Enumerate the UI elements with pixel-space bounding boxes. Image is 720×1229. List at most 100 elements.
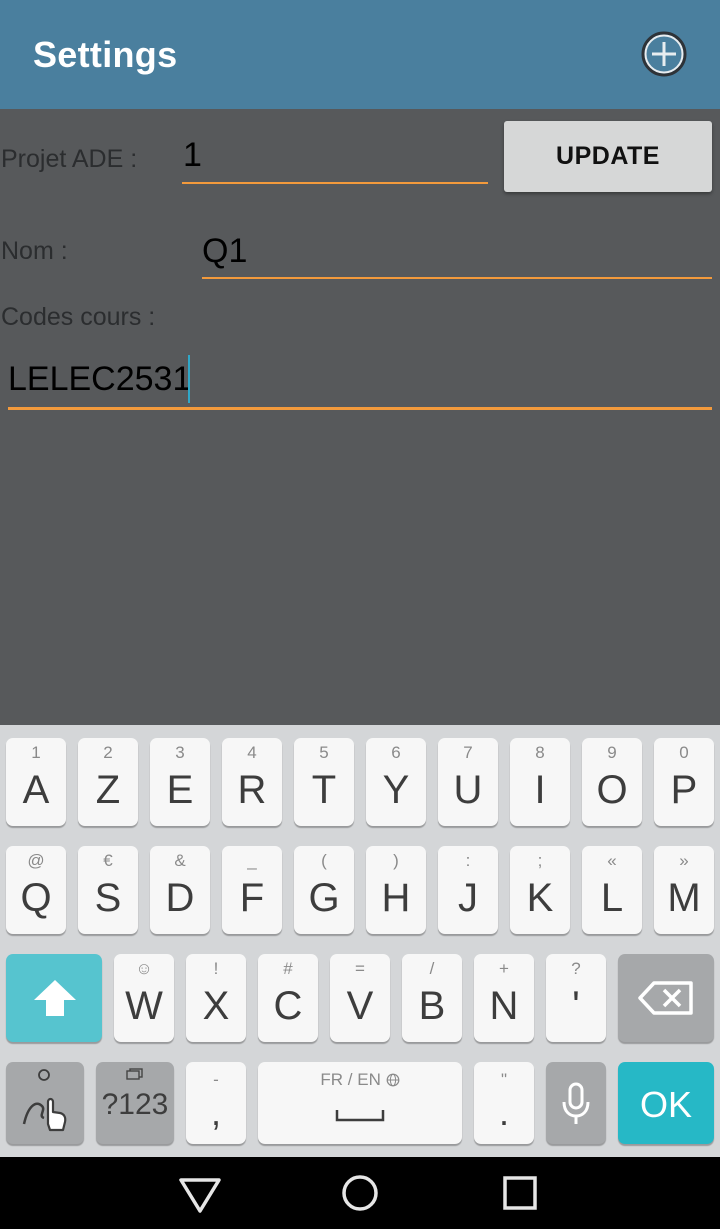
microphone-icon [562, 1082, 590, 1124]
key-hint: : [465, 851, 471, 870]
microphone-key[interactable] [546, 1062, 606, 1144]
key-label: . [498, 1092, 509, 1133]
key-t[interactable]: 5T [294, 738, 354, 826]
key-hint: @ [27, 851, 45, 870]
key-hint: - [213, 1070, 219, 1089]
key-hint: 7 [463, 743, 473, 762]
key-f[interactable]: _ F [222, 846, 282, 934]
key-hint: 3 [175, 743, 185, 762]
key-o[interactable]: 9O [582, 738, 642, 826]
key-label: H [381, 876, 411, 920]
key-hint: ☺ [135, 959, 153, 978]
key-label: E [166, 768, 194, 812]
symbols-key[interactable]: ?123 [96, 1062, 174, 1144]
key-d[interactable]: & D [150, 846, 210, 934]
projet-field[interactable]: 1 [183, 136, 202, 175]
key-e[interactable]: 3E [150, 738, 210, 826]
key-hint: 4 [247, 743, 257, 762]
space-key[interactable]: FR / EN [258, 1062, 462, 1144]
key-label: B [418, 984, 446, 1028]
key-s[interactable]: € S [78, 846, 138, 934]
add-circle-icon[interactable] [640, 30, 688, 78]
key-z[interactable]: 2Z [78, 738, 138, 826]
key-hint: + [499, 959, 509, 978]
key-n[interactable]: + N [474, 954, 534, 1042]
key-a[interactable]: 1A [6, 738, 66, 826]
globe-icon [386, 1073, 399, 1087]
key-g[interactable]: (G [294, 846, 354, 934]
key-hint: = [355, 959, 365, 978]
key-hint: 8 [535, 743, 545, 762]
key-q[interactable]: @ Q [6, 846, 66, 934]
key-hint: / [429, 959, 435, 978]
key-x[interactable]: ! X [186, 954, 246, 1042]
key-i[interactable]: 8I [510, 738, 570, 826]
key-label: R [237, 768, 267, 812]
key-label: W [125, 984, 163, 1028]
system-nav-bar [0, 1157, 720, 1229]
key-label: I [534, 768, 546, 812]
text-cursor [188, 355, 190, 403]
key-label: D [165, 876, 195, 920]
backspace-key[interactable] [618, 954, 714, 1042]
key-label: G [308, 876, 340, 920]
home-circle-icon[interactable] [338, 1173, 382, 1217]
key-label: F [239, 876, 265, 920]
key-label: T [311, 768, 337, 812]
key-label: J [458, 876, 478, 920]
recents-square-icon[interactable] [498, 1173, 542, 1217]
key-apostrophe[interactable]: ? ' [546, 954, 606, 1042]
key-hint: 2 [103, 743, 113, 762]
key-label: Z [95, 768, 121, 812]
ok-key[interactable]: OK [618, 1062, 714, 1144]
page-title: Settings [33, 34, 178, 75]
key-u[interactable]: 7U [438, 738, 498, 826]
key-hint: ! [213, 959, 219, 978]
comma-key[interactable]: - , [186, 1062, 246, 1144]
settings-form: Projet ADE : 1 UPDATE Nom : Q1 Codes cou… [0, 109, 720, 725]
key-r[interactable]: 4R [222, 738, 282, 826]
key-hint: ? [571, 959, 581, 978]
key-hint: # [283, 959, 293, 978]
key-hint: « [607, 851, 617, 870]
key-j[interactable]: :J [438, 846, 498, 934]
shift-key[interactable] [6, 954, 102, 1042]
key-h[interactable]: ) H [366, 846, 426, 934]
key-hint: _ [247, 851, 257, 870]
spacebar-icon [335, 1110, 385, 1122]
key-label: Y [382, 768, 410, 812]
key-p[interactable]: 0P [654, 738, 714, 826]
nom-field-underline [202, 277, 712, 279]
update-button[interactable]: UPDATE [504, 121, 712, 192]
key-hint: € [103, 851, 113, 870]
key-c[interactable]: # C [258, 954, 318, 1042]
codes-field[interactable]: LELEC2531 [8, 360, 191, 399]
back-triangle-icon[interactable] [178, 1173, 222, 1217]
shift-arrow-icon [34, 980, 76, 1016]
key-v[interactable]: = V [330, 954, 390, 1042]
key-b[interactable]: / B [402, 954, 462, 1042]
key-w[interactable]: ☺ W [114, 954, 174, 1042]
space-lang-label: FR / EN [320, 1070, 381, 1089]
gesture-settings-key[interactable] [6, 1062, 84, 1144]
ok-label: OK [639, 1084, 692, 1125]
app-bar: Settings [0, 0, 720, 109]
key-label: S [94, 876, 122, 920]
nom-field[interactable]: Q1 [202, 232, 247, 271]
key-hint: 5 [319, 743, 329, 762]
key-hint: » [679, 851, 689, 870]
key-m[interactable]: » M [654, 846, 714, 934]
key-hint: ) [393, 851, 399, 870]
key-hint: & [174, 851, 186, 870]
soft-keyboard: 1A 2Z 3E 4R 5T 6Y 7U 8I 9O 0P @ Q € S & D _… [0, 725, 720, 1157]
codes-field-underline [8, 407, 712, 410]
key-l[interactable]: «L [582, 846, 642, 934]
period-key[interactable]: " . [474, 1062, 534, 1144]
key-k[interactable]: ; K [510, 846, 570, 934]
key-y[interactable]: 6Y [366, 738, 426, 826]
gesture-settings-icon [22, 1069, 67, 1132]
key-label: M [667, 876, 701, 920]
key-label: O [596, 768, 628, 812]
key-label: A [22, 768, 50, 812]
projet-field-underline [182, 182, 488, 184]
